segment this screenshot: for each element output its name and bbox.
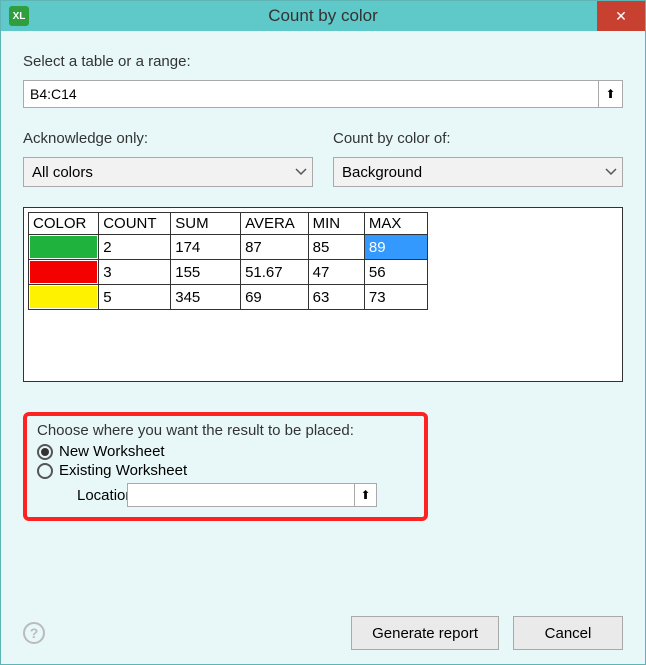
cell-min[interactable]: 47 — [308, 260, 364, 285]
close-icon: ✕ — [615, 8, 627, 25]
collapse-icon: ⬆ — [605, 88, 615, 100]
radio-new-worksheet-row: New Worksheet — [37, 443, 414, 460]
results-table-container: COLOR COUNT SUM AVERA MIN MAX 2174878589… — [23, 207, 623, 382]
radio-existing-worksheet[interactable] — [37, 463, 53, 479]
results-table[interactable]: COLOR COUNT SUM AVERA MIN MAX 2174878589… — [28, 212, 428, 310]
col-count[interactable]: COUNT — [99, 213, 171, 235]
help-button[interactable]: ? — [23, 622, 45, 644]
select-range-label: Select a table or a range: — [23, 53, 623, 70]
cell-max[interactable]: 89 — [364, 235, 427, 260]
col-sum[interactable]: SUM — [171, 213, 241, 235]
countby-value: Background — [342, 164, 422, 181]
cell-sum[interactable]: 174 — [171, 235, 241, 260]
radio-existing-worksheet-row: Existing Worksheet — [37, 462, 414, 479]
table-row[interactable]: 5345696373 — [29, 285, 428, 310]
countby-label: Count by color of: — [333, 130, 623, 147]
cell-sum[interactable]: 345 — [171, 285, 241, 310]
cell-max[interactable]: 56 — [364, 260, 427, 285]
collapse-icon: ⬆ — [360, 489, 370, 501]
acknowledge-value: All colors — [32, 164, 93, 181]
cancel-button[interactable]: Cancel — [513, 616, 623, 650]
cell-sum[interactable]: 155 — [171, 260, 241, 285]
cell-count[interactable]: 3 — [99, 260, 171, 285]
table-row[interactable]: 315551.674756 — [29, 260, 428, 285]
acknowledge-label: Acknowledge only: — [23, 130, 313, 147]
dialog-footer: ? Generate report Cancel — [23, 616, 623, 650]
location-label: Location — [37, 487, 127, 504]
close-button[interactable]: ✕ — [597, 1, 645, 31]
range-picker-button[interactable]: ⬆ — [599, 80, 623, 108]
location-picker-button[interactable]: ⬆ — [355, 483, 377, 507]
col-min[interactable]: MIN — [308, 213, 364, 235]
location-input[interactable] — [127, 483, 355, 507]
acknowledge-select[interactable]: All colors — [23, 157, 313, 187]
countby-select[interactable]: Background — [333, 157, 623, 187]
app-icon: XL — [9, 6, 29, 26]
cell-count[interactable]: 5 — [99, 285, 171, 310]
cell-max[interactable]: 73 — [364, 285, 427, 310]
location-row: Location ⬆ — [37, 483, 414, 507]
color-swatch — [30, 261, 97, 283]
range-input[interactable] — [23, 80, 599, 108]
color-swatch — [30, 286, 97, 308]
radio-new-worksheet[interactable] — [37, 444, 53, 460]
help-icon: ? — [30, 625, 39, 641]
radio-existing-label: Existing Worksheet — [59, 462, 187, 479]
choose-label: Choose where you want the result to be p… — [37, 422, 414, 439]
cell-avg[interactable]: 69 — [241, 285, 309, 310]
table-row[interactable]: 2174878589 — [29, 235, 428, 260]
radio-new-label: New Worksheet — [59, 443, 165, 460]
cell-avg[interactable]: 87 — [241, 235, 309, 260]
col-avg[interactable]: AVERA — [241, 213, 309, 235]
cell-count[interactable]: 2 — [99, 235, 171, 260]
dialog-window: XL Count by color ✕ Select a table or a … — [0, 0, 646, 665]
cell-min[interactable]: 63 — [308, 285, 364, 310]
cell-min[interactable]: 85 — [308, 235, 364, 260]
generate-report-button[interactable]: Generate report — [351, 616, 499, 650]
col-color[interactable]: COLOR — [29, 213, 99, 235]
color-swatch — [30, 236, 97, 258]
options-row: Acknowledge only: All colors Count by co… — [23, 130, 623, 187]
placement-group: Choose where you want the result to be p… — [23, 412, 428, 521]
range-row: ⬆ — [23, 80, 623, 108]
window-title: Count by color — [1, 6, 645, 26]
table-header-row: COLOR COUNT SUM AVERA MIN MAX — [29, 213, 428, 235]
dialog-body: Select a table or a range: ⬆ Acknowledge… — [1, 31, 645, 533]
col-max[interactable]: MAX — [364, 213, 427, 235]
cell-avg[interactable]: 51.67 — [241, 260, 309, 285]
title-bar: XL Count by color ✕ — [1, 1, 645, 31]
